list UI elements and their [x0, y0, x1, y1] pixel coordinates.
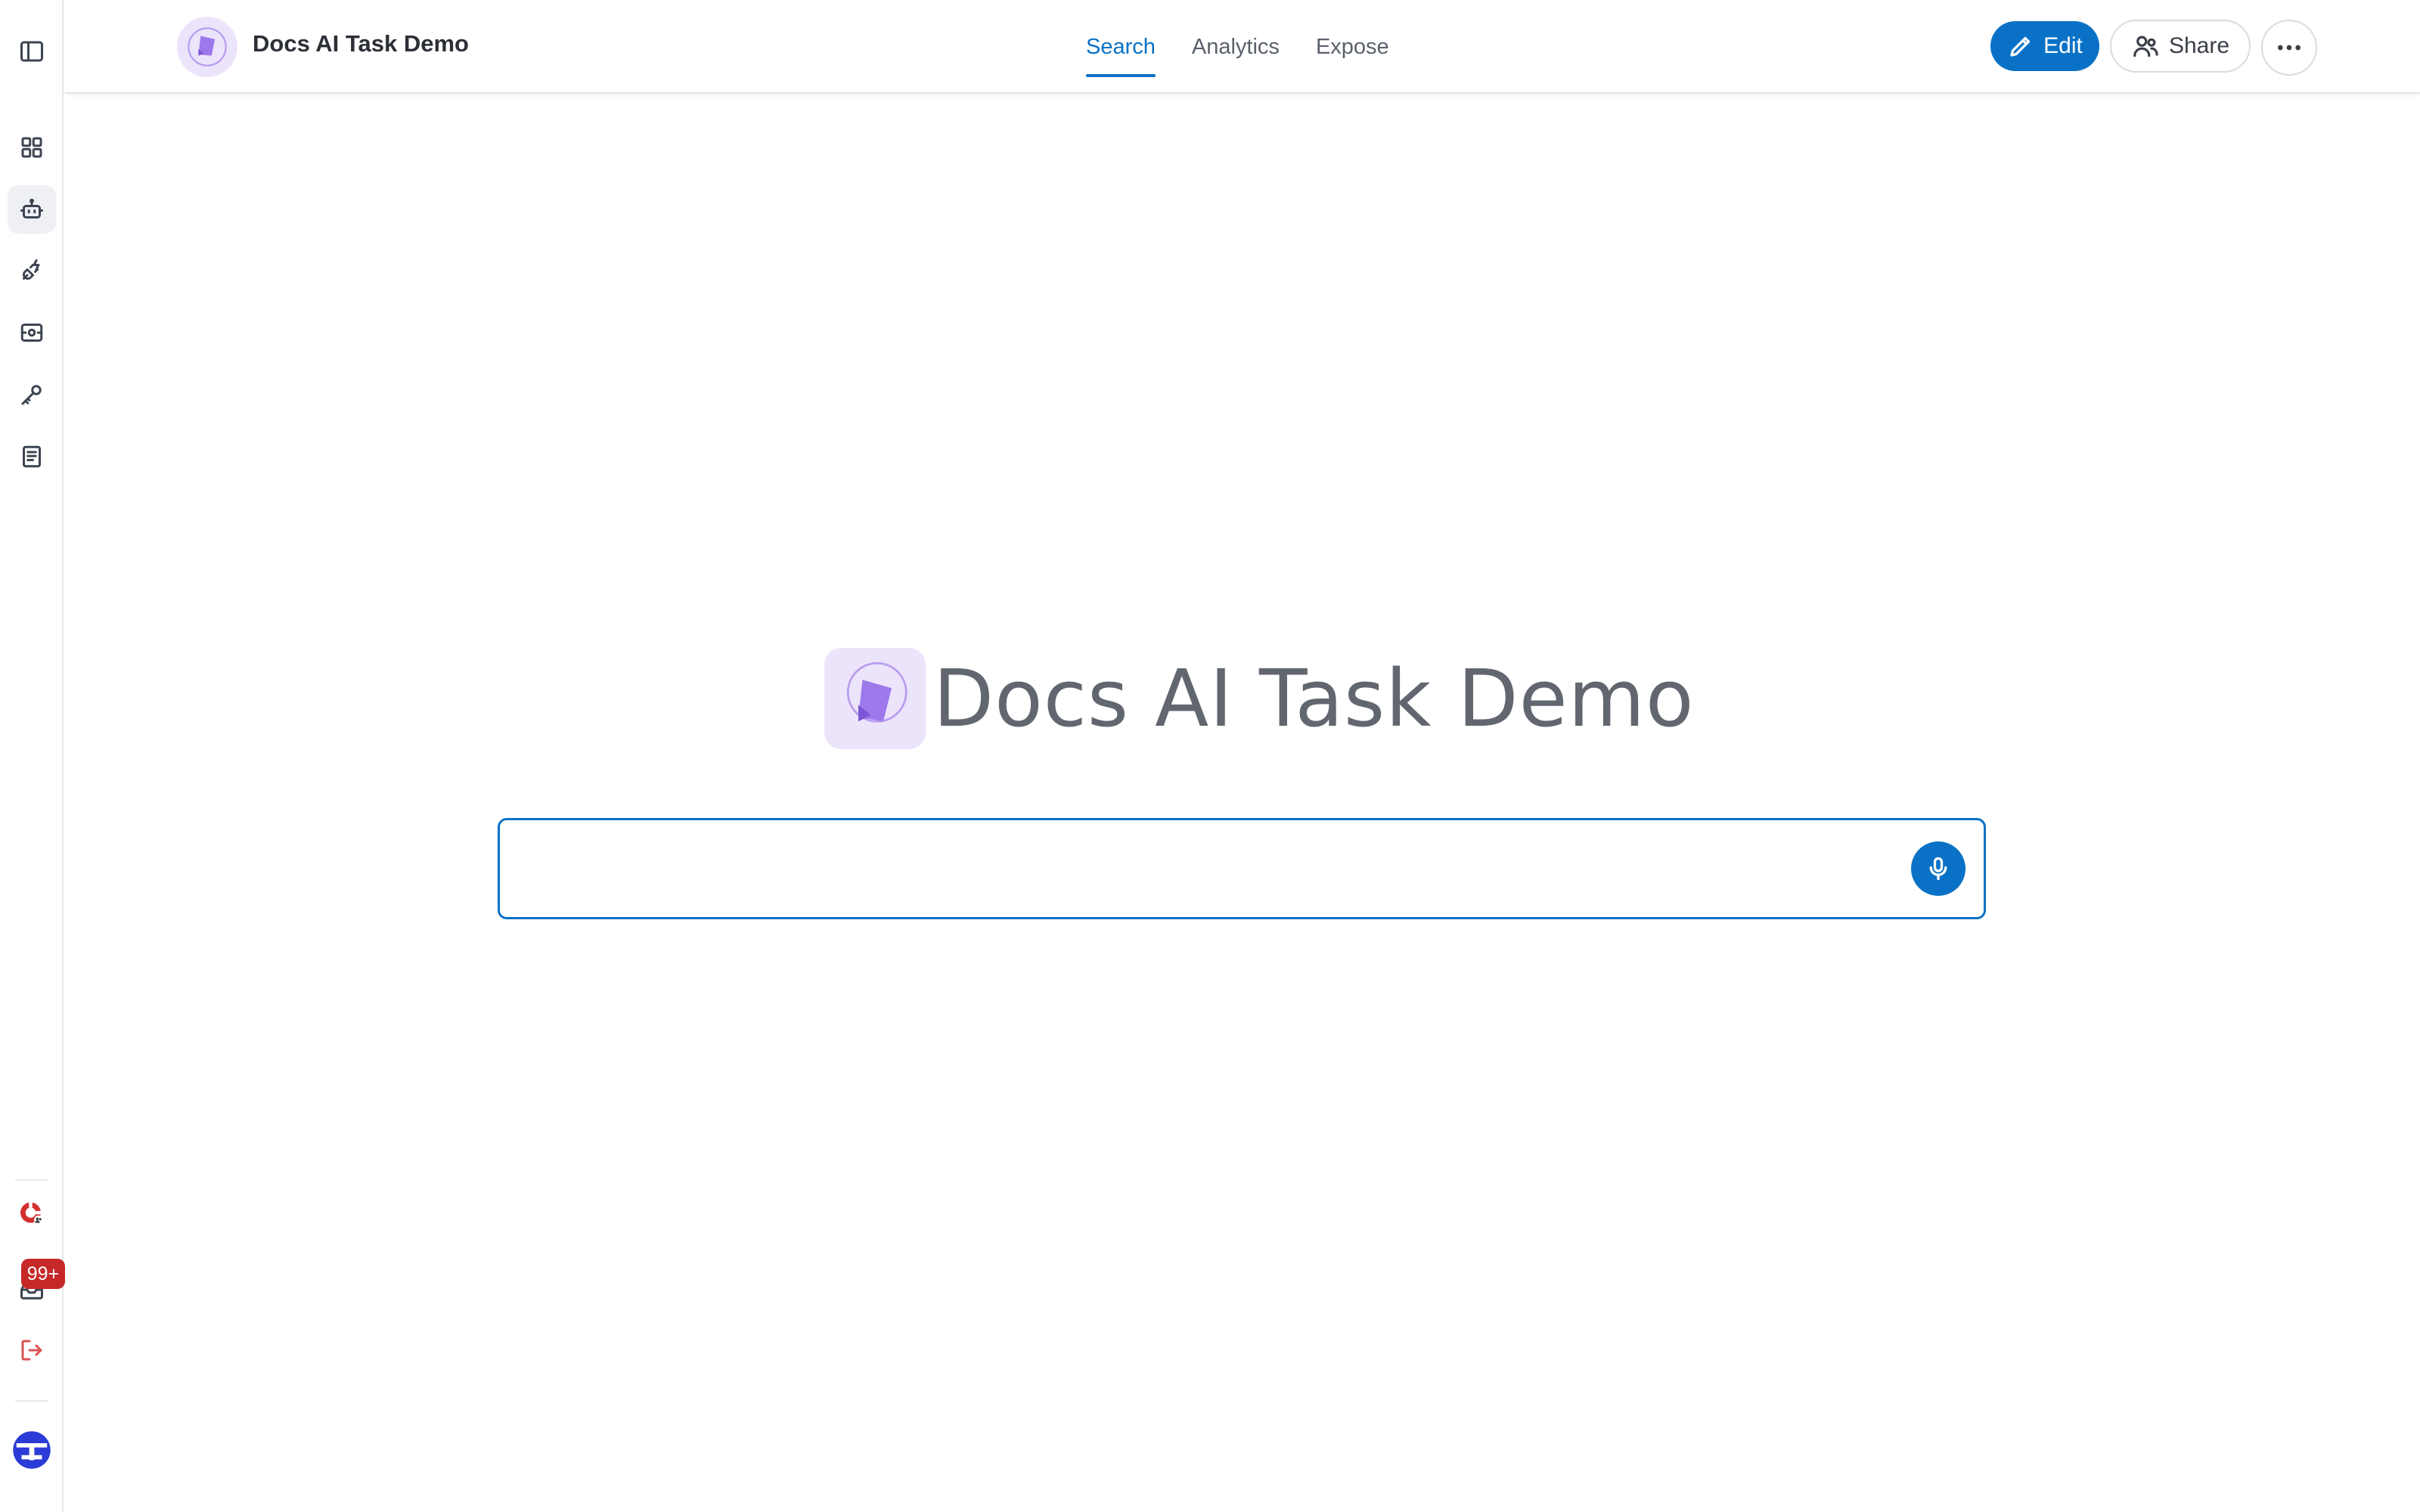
sidebar-toggle-icon	[20, 41, 43, 62]
top-bar: Docs AI Task Demo Search Analytics Expos…	[65, 0, 2420, 94]
voice-search-button[interactable]	[1911, 841, 1965, 896]
sidebar-item-assistants[interactable]	[8, 185, 56, 234]
rail-divider	[15, 1179, 48, 1181]
more-options-button[interactable]	[2261, 20, 2317, 76]
sidebar-item-scanner[interactable]	[8, 308, 56, 357]
inbox-badge: 99+	[21, 1259, 65, 1289]
rail-divider	[15, 1400, 48, 1402]
scan-icon	[20, 324, 43, 342]
sidebar-item-documents[interactable]	[8, 432, 56, 481]
hero-title: Docs AI Task Demo	[933, 652, 1695, 745]
grid-icon	[21, 137, 42, 158]
document-icon	[23, 445, 41, 468]
sidebar-item-connectors[interactable]	[8, 246, 56, 295]
left-rail: 99+	[0, 0, 65, 1512]
plug-icon	[22, 259, 40, 280]
edit-button[interactable]: Edit	[1990, 21, 2099, 71]
logout-icon	[21, 1340, 42, 1361]
docs-ai-logo-icon	[824, 648, 926, 749]
header-tabs: Search Analytics Expose	[1068, 0, 1407, 94]
search-input[interactable]	[515, 835, 1876, 903]
avatar-icon	[13, 1431, 51, 1469]
docs-ai-logo-icon	[177, 17, 237, 77]
tab-analytics[interactable]: Analytics	[1174, 0, 1298, 94]
hero: Docs AI Task Demo	[824, 646, 1695, 751]
microphone-icon	[1929, 857, 1947, 881]
pencil-icon	[2010, 36, 2031, 57]
sidebar-item-api-keys[interactable]	[8, 370, 56, 419]
sidebar-toggle-button[interactable]	[8, 27, 56, 76]
bot-icon	[20, 198, 43, 218]
more-horizontal-icon	[2278, 45, 2301, 51]
support-button[interactable]	[8, 1188, 56, 1237]
support-lifebuoy-icon	[20, 1201, 43, 1225]
users-icon	[2133, 36, 2158, 57]
logout-button[interactable]	[8, 1326, 56, 1374]
key-icon	[21, 385, 42, 405]
search-box	[498, 818, 1986, 919]
user-avatar[interactable]	[8, 1426, 56, 1474]
sidebar-item-dashboard[interactable]	[8, 123, 56, 172]
tab-expose[interactable]: Expose	[1298, 0, 1407, 94]
edit-button-label: Edit	[2043, 33, 2083, 58]
app-title: Docs AI Task Demo	[253, 30, 469, 57]
share-button[interactable]: Share	[2110, 20, 2251, 73]
tab-search[interactable]: Search	[1068, 0, 1174, 94]
share-button-label: Share	[2168, 33, 2230, 58]
